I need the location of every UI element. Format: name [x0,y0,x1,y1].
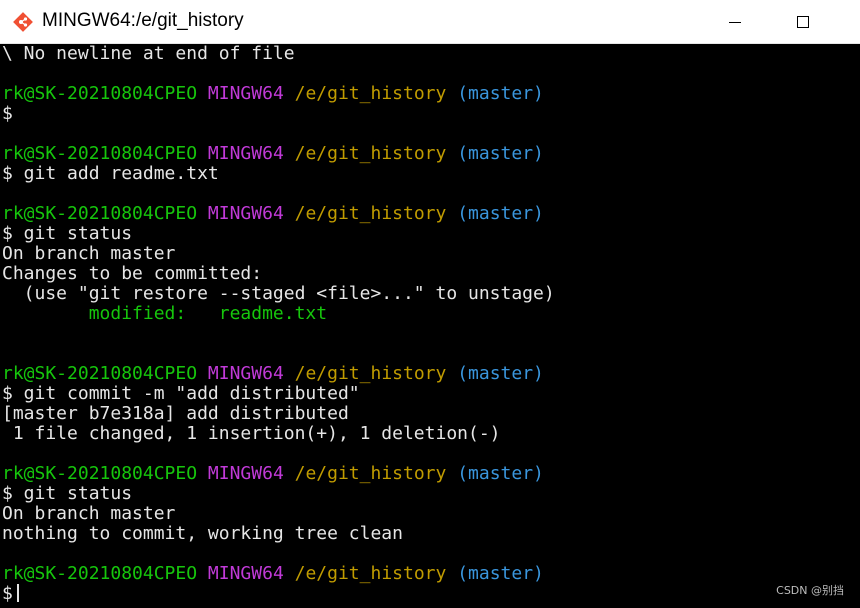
prompt-branch: (master) [457,463,544,484]
prompt-path: /e/git_history [294,463,447,484]
prompt-branch: (master) [457,143,544,164]
prompt-line: rk@SK-20210804CPEO MINGW64 /e/git_histor… [2,204,544,224]
current-input-line[interactable]: $ [2,584,19,604]
command-line: $ [2,103,13,124]
terminal-window: MINGW64:/e/git_history \ No newline at e… [0,0,860,608]
watermark: CSDN @别挡 [776,584,844,597]
output-line: (use "git restore --staged <file>..." to… [2,283,555,304]
prompt-system: MINGW64 [207,203,284,224]
prompt-path: /e/git_history [294,83,447,104]
minimize-button[interactable] [712,0,758,44]
prompt-line: rk@SK-20210804CPEO MINGW64 /e/git_histor… [2,464,544,484]
prompt-line: rk@SK-20210804CPEO MINGW64 /e/git_histor… [2,144,544,164]
prompt-user-host: rk@SK-20210804CPEO [2,563,198,584]
prompt-system: MINGW64 [207,143,284,164]
command-line: $ git commit -m "add distributed" [2,383,360,404]
prompt-branch: (master) [457,83,544,104]
prompt-path: /e/git_history [294,563,447,584]
output-line: Changes to be committed: [2,263,263,284]
prompt-branch: (master) [457,563,544,584]
prompt-user-host: rk@SK-20210804CPEO [2,363,198,384]
prompt-path: /e/git_history [294,203,447,224]
command-line: $ git status [2,223,133,244]
text-cursor [16,584,19,602]
prompt-user-host: rk@SK-20210804CPEO [2,463,198,484]
output-line: nothing to commit, working tree clean [2,523,403,544]
maximize-button[interactable] [780,0,826,44]
prompt-system: MINGW64 [207,363,284,384]
prompt-user-host: rk@SK-20210804CPEO [2,203,198,224]
maximize-icon [797,16,809,28]
output-line: [master b7e318a] add distributed [2,403,349,424]
minimize-icon [729,21,741,23]
git-bash-icon [13,12,33,32]
prompt-system: MINGW64 [207,463,284,484]
prompt-user-host: rk@SK-20210804CPEO [2,143,198,164]
prompt-system: MINGW64 [207,83,284,104]
prompt-line: rk@SK-20210804CPEO MINGW64 /e/git_histor… [2,84,544,104]
prompt-branch: (master) [457,203,544,224]
prompt-symbol: $ [2,583,13,604]
modified-file-line: modified: readme.txt [2,303,328,324]
prompt-branch: (master) [457,363,544,384]
title-bar[interactable]: MINGW64:/e/git_history [0,0,860,44]
output-line: On branch master [2,243,176,264]
terminal-output[interactable]: \ No newline at end of file rk@SK-202108… [0,44,860,608]
output-line: \ No newline at end of file [2,44,295,64]
prompt-path: /e/git_history [294,363,447,384]
command-line: $ git status [2,483,133,504]
prompt-user-host: rk@SK-20210804CPEO [2,83,198,104]
output-line: On branch master [2,503,176,524]
prompt-path: /e/git_history [294,143,447,164]
prompt-line: rk@SK-20210804CPEO MINGW64 /e/git_histor… [2,564,544,584]
prompt-system: MINGW64 [207,563,284,584]
output-line: 1 file changed, 1 insertion(+), 1 deleti… [2,423,501,444]
prompt-line: rk@SK-20210804CPEO MINGW64 /e/git_histor… [2,364,544,384]
window-title: MINGW64:/e/git_history [42,10,244,31]
command-line: $ git add readme.txt [2,163,219,184]
